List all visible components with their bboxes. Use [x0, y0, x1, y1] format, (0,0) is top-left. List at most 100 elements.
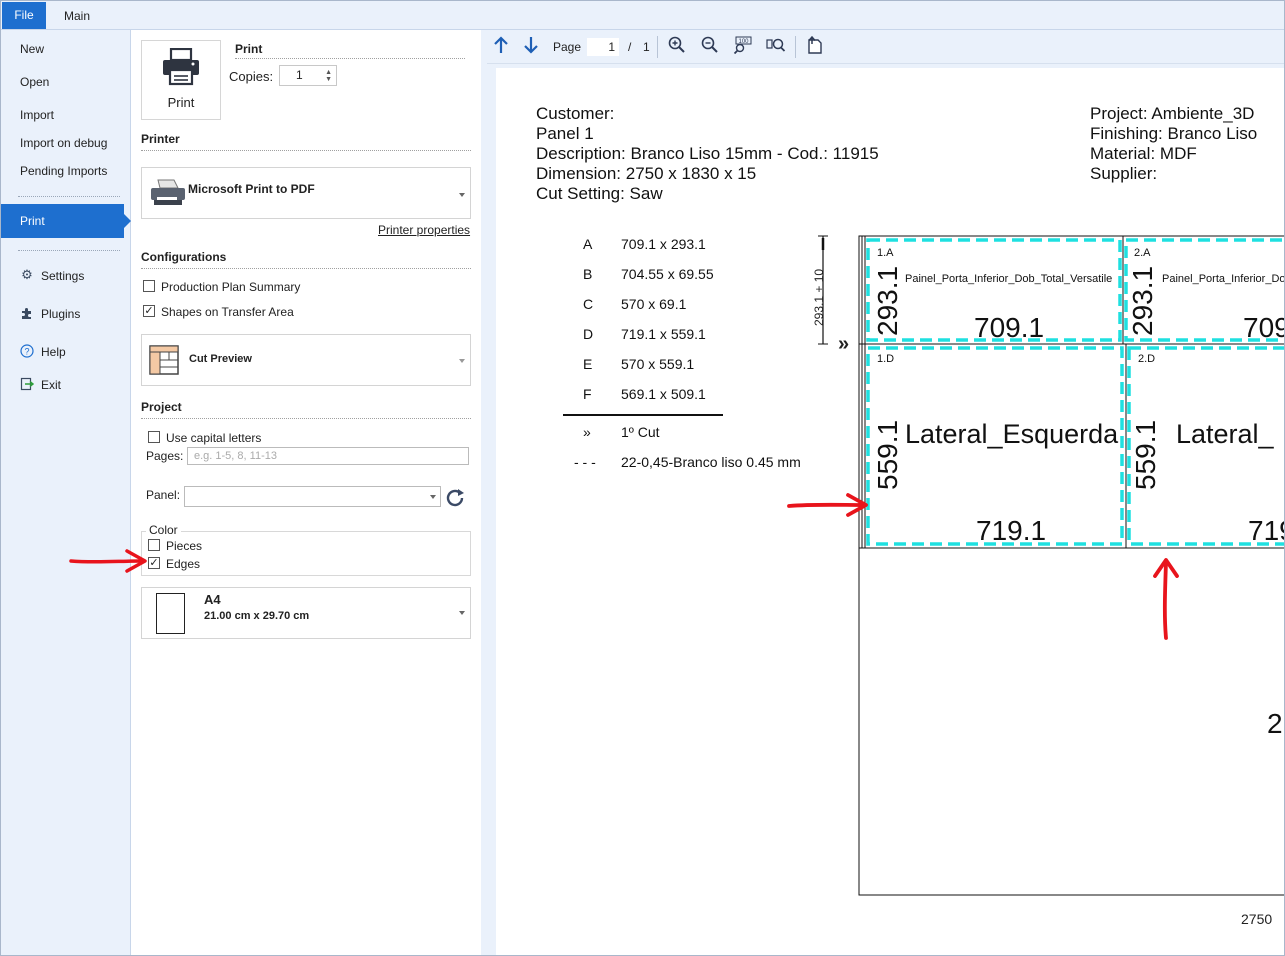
chevron-down-icon[interactable] — [459, 611, 465, 615]
layout-selected-label: Cut Preview — [189, 353, 252, 365]
print-settings-panel: Print Print Copies: 1 ▲ ▼ Printer Microso… — [69, 30, 481, 956]
zoom-out-icon[interactable] — [699, 36, 721, 58]
printer-properties-link[interactable]: Printer properties — [378, 223, 470, 237]
menu-separator — [18, 250, 120, 251]
piece-height: 293.1 — [872, 265, 903, 336]
menu-item-help[interactable]: Help — [41, 345, 66, 359]
menu-item-print[interactable]: Print — [0, 204, 131, 238]
divider — [141, 150, 471, 151]
header-material: Material: MDF — [1090, 144, 1197, 163]
piece-name: Lateral_Esquerda — [905, 419, 1119, 449]
print-preview-page: Customer: Panel 1 Description: Branco Li… — [496, 68, 1285, 956]
strip-dimension-label: 293.1 + 10 — [812, 268, 826, 326]
chevron-down-icon[interactable] — [459, 193, 465, 197]
legend-key: F — [583, 386, 592, 402]
use-capital-letters-checkbox[interactable] — [148, 431, 160, 443]
cut-preview-icon — [149, 345, 179, 378]
menu-separator — [18, 196, 120, 197]
shapes-on-transfer-area-label: Shapes on Transfer Area — [161, 305, 294, 319]
print-button-label: Print — [167, 95, 195, 110]
divider — [141, 268, 471, 269]
menu-item-new[interactable]: New — [20, 42, 44, 56]
zoom-100-icon[interactable]: 100 — [732, 36, 754, 58]
menu-item-import[interactable]: Import — [20, 108, 54, 122]
color-pieces-checkbox[interactable] — [148, 539, 160, 551]
divider — [141, 418, 471, 419]
header-supplier: Supplier: — [1090, 164, 1158, 183]
print-button[interactable]: Print — [141, 40, 221, 120]
printer-select[interactable]: Microsoft Print to PDF — [141, 167, 471, 219]
production-plan-summary-label: Production Plan Summary — [161, 280, 301, 294]
zoom-in-icon[interactable] — [666, 36, 688, 58]
header-project: Project: Ambiente_3D — [1090, 104, 1255, 123]
print-section-title: Print — [235, 42, 263, 56]
copies-stepper[interactable]: 1 ▲ ▼ — [279, 65, 337, 86]
paper-icon — [156, 593, 185, 634]
piece-width: 719 — [1248, 515, 1285, 546]
legend-value: 719.1 x 559.1 — [621, 326, 706, 342]
menu-item-pending-imports[interactable]: Pending Imports — [20, 164, 107, 178]
gear-icon: ⚙ — [21, 267, 33, 282]
panel-select[interactable] — [184, 486, 441, 507]
header-customer: Customer: — [536, 104, 615, 123]
arrow-up-icon[interactable] — [490, 36, 512, 58]
color-pieces-label: Pieces — [166, 539, 203, 553]
paper-dimensions: 21.00 cm x 29.70 cm — [204, 610, 310, 622]
legend-value: 570 x 69.1 — [621, 296, 687, 312]
printer-icon — [160, 47, 202, 89]
zoom-fit-icon[interactable] — [765, 36, 787, 58]
legend-value: 570 x 559.1 — [621, 356, 695, 372]
chevron-down-icon[interactable] — [430, 495, 436, 499]
annotation-arrow — [1151, 556, 1181, 645]
legend-key: E — [583, 356, 593, 372]
shapes-on-transfer-area-checkbox[interactable]: ✓ — [143, 305, 155, 317]
legend-key: A — [583, 236, 593, 252]
header-panel: Panel 1 — [536, 124, 594, 143]
pages-label: Pages: — [146, 449, 184, 463]
page-input[interactable]: 1 — [587, 38, 619, 56]
annotation-arrow — [786, 492, 870, 521]
preview-toolbar: Page 1 / 1 100 — [487, 30, 1285, 64]
refresh-icon[interactable] — [445, 488, 467, 511]
help-icon: ? — [20, 344, 34, 358]
chevron-down-icon[interactable] — [459, 359, 465, 363]
legend-note-value: 22-0,45-Branco liso 0.45 mm — [621, 454, 801, 470]
piece-id: 1.A — [877, 247, 894, 259]
menu-item-import-on-debug[interactable]: Import on debug — [20, 136, 107, 150]
piece-id: 2.A — [1134, 247, 1151, 259]
printer-section-title: Printer — [141, 132, 180, 146]
copies-label: Copies: — [229, 69, 274, 84]
export-icon[interactable] — [803, 35, 825, 58]
arrow-down-icon[interactable] — [520, 36, 542, 58]
legend-value: 709.1 x 293.1 — [621, 236, 706, 252]
annotation-arrow — [69, 548, 149, 577]
legend-key: B — [583, 266, 593, 282]
page-separator: / — [628, 40, 632, 54]
color-edges-checkbox[interactable]: ✓ — [148, 557, 160, 569]
tab-file[interactable]: File — [2, 2, 46, 29]
configurations-section-title: Configurations — [141, 250, 227, 264]
tab-main[interactable]: Main — [54, 4, 100, 28]
svg-text:?: ? — [24, 347, 29, 357]
exit-icon — [20, 377, 35, 391]
pages-input[interactable]: e.g. 1-5, 8, 11-13 — [187, 447, 469, 465]
panel-length-label: 2750 — [1241, 911, 1273, 927]
piece-height: 293.1 — [1127, 265, 1158, 336]
menu-item-open[interactable]: Open — [20, 75, 49, 89]
layout-select[interactable]: Cut Preview — [141, 334, 471, 386]
ribbon-tab-bar: File Main — [0, 0, 1285, 30]
legend-note-value: 1º Cut — [621, 424, 660, 440]
stepper-arrows-icon[interactable]: ▲ ▼ — [325, 69, 332, 83]
menu-item-plugins[interactable]: Plugins — [41, 307, 80, 321]
header-description: Description: Branco Liso 15mm - Cod.: 11… — [536, 144, 879, 163]
toolbar-separator — [657, 36, 658, 58]
production-plan-summary-checkbox[interactable] — [143, 280, 155, 292]
header-dimension: Dimension: 2750 x 1830 x 15 — [536, 164, 757, 183]
paper-size-select[interactable]: A4 21.00 cm x 29.70 cm — [141, 587, 471, 639]
page-label: Page — [553, 40, 582, 54]
menu-item-exit[interactable]: Exit — [41, 378, 61, 392]
header-cut-setting: Cut Setting: Saw — [536, 184, 663, 203]
toolbar-separator — [795, 36, 796, 58]
menu-item-settings[interactable]: Settings — [41, 269, 84, 283]
inkjet-printer-icon — [150, 178, 186, 211]
